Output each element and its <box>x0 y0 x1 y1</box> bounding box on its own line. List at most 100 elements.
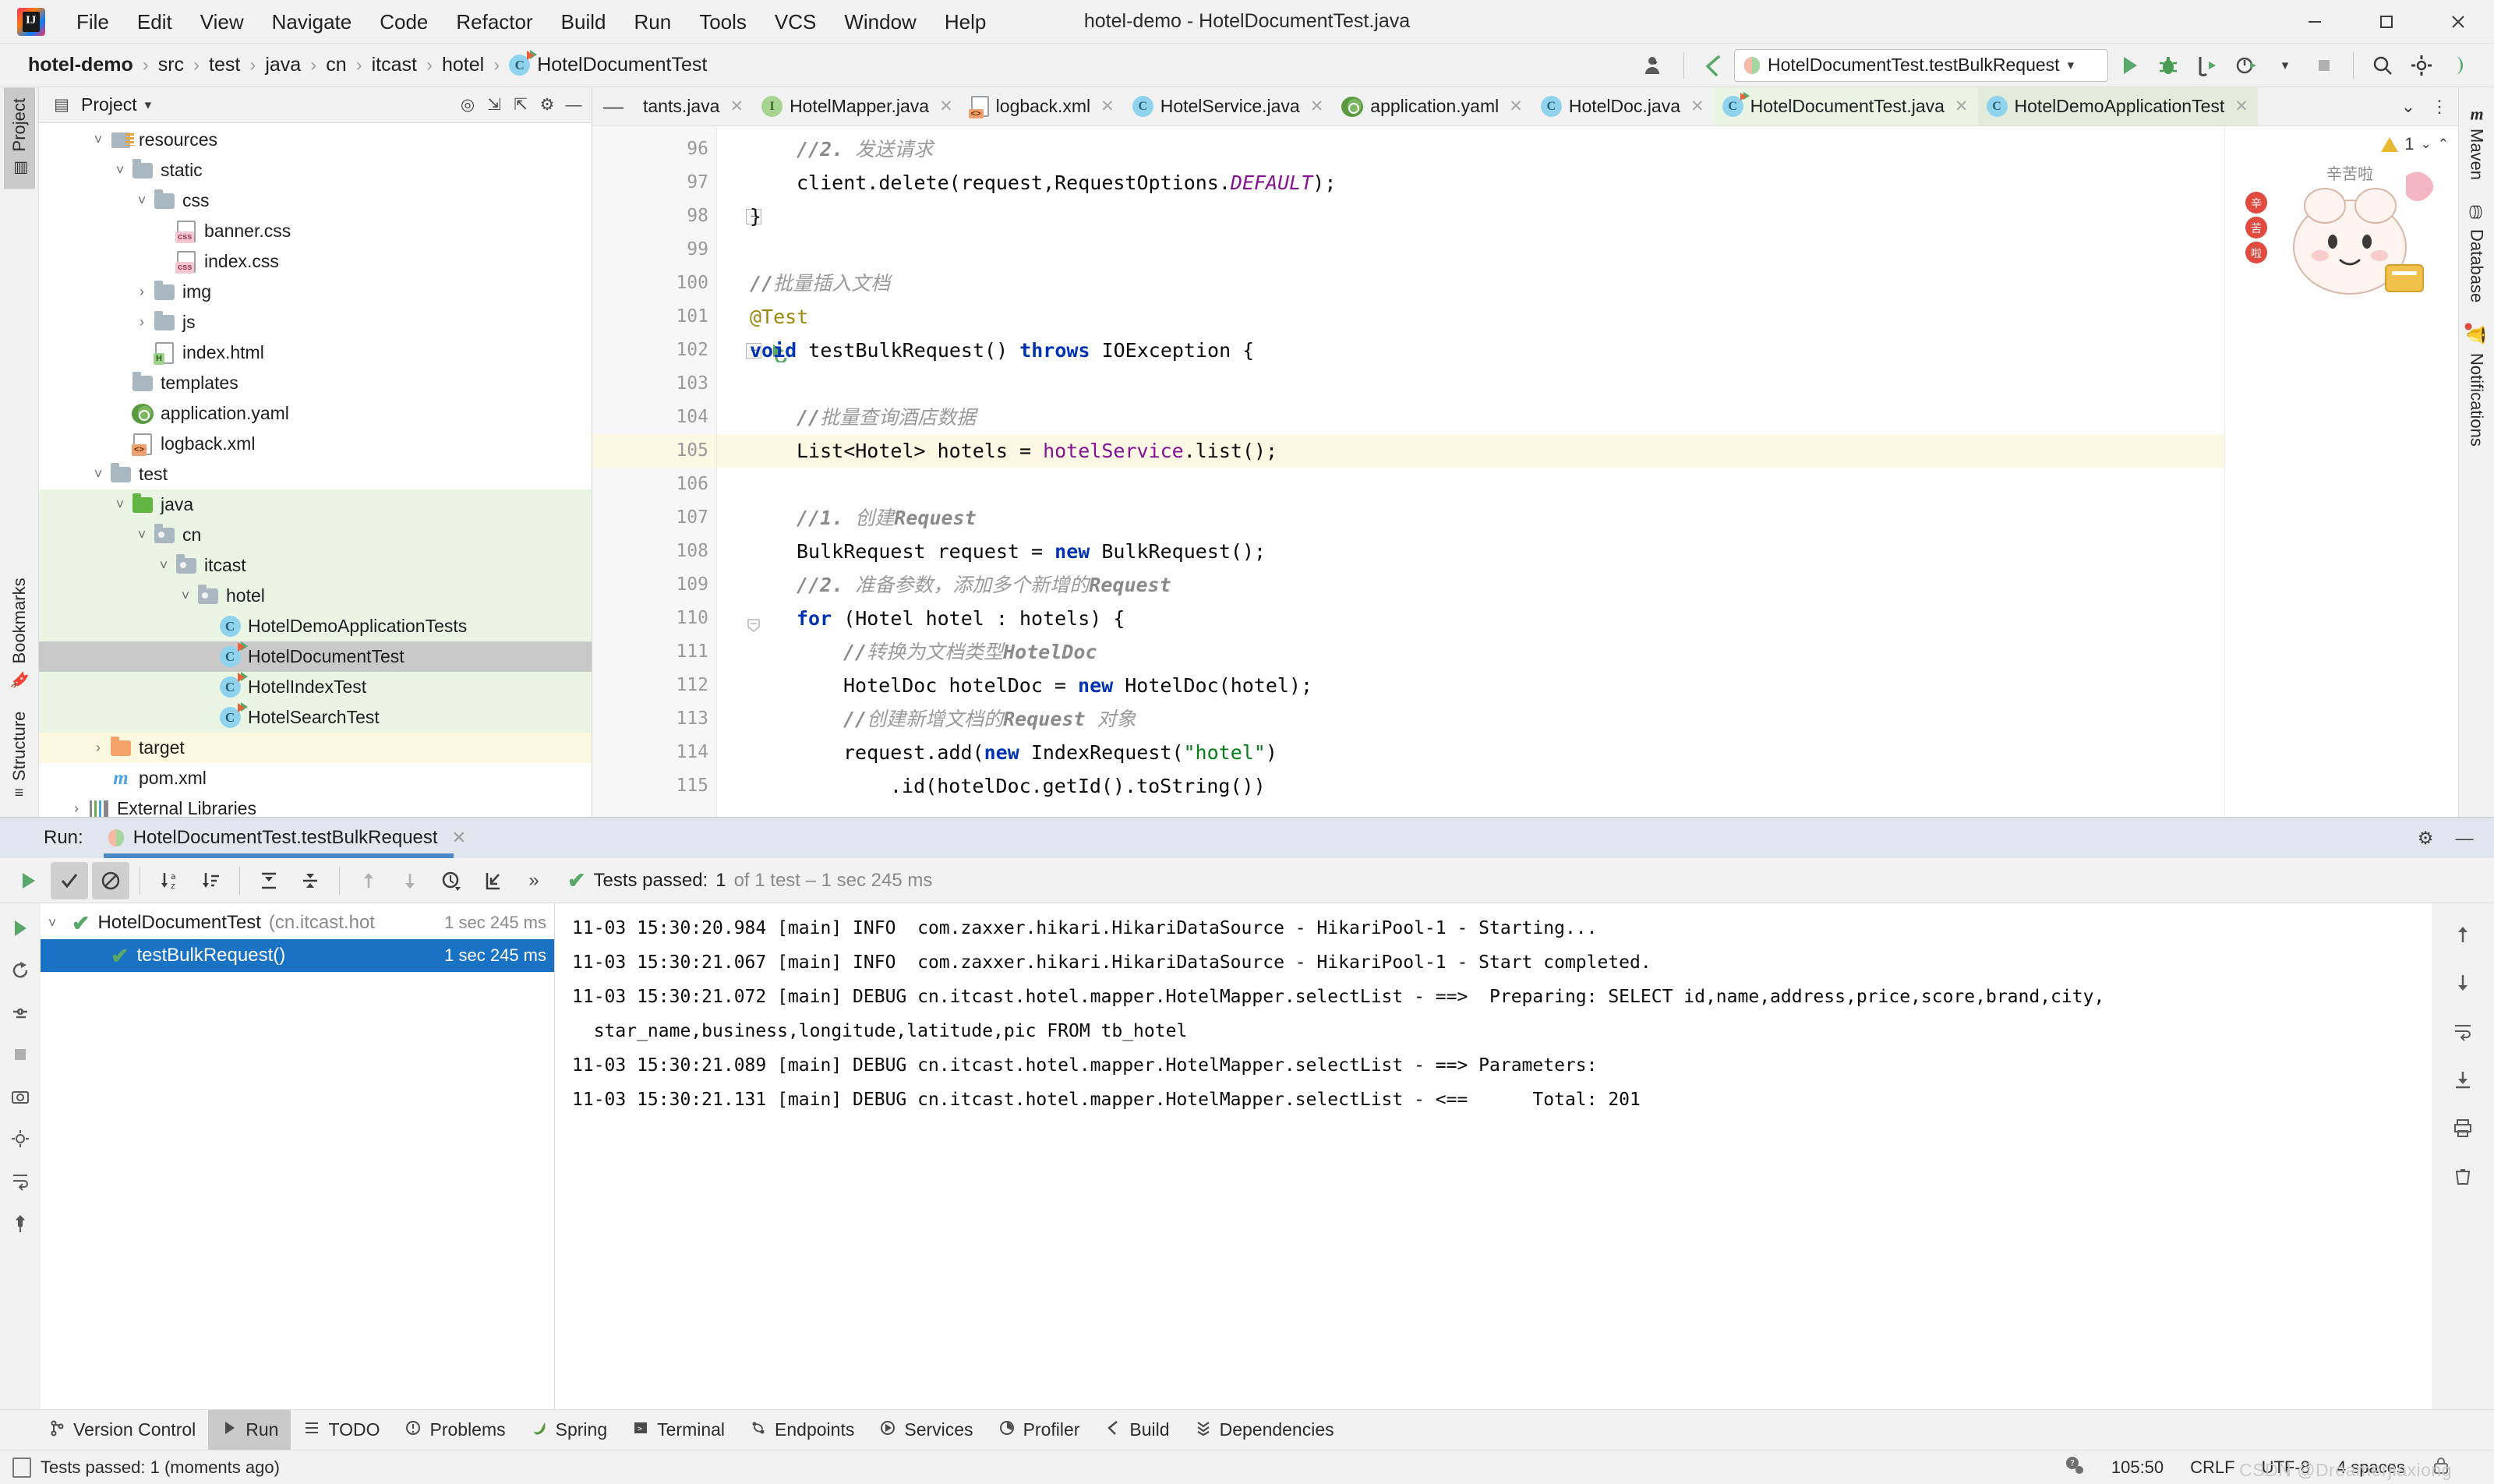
tree-node-java[interactable]: ˅ java <box>39 489 592 520</box>
editor-tab-hoteldocumenttest-java[interactable]: C HotelDocumentTest.java ✕ <box>1713 87 1978 125</box>
scroll-down-icon[interactable] <box>2444 964 2482 1002</box>
tree-expand-arrow[interactable]: ˅ <box>153 557 175 574</box>
editor-tab-hoteldemoapplicationtest[interactable]: C HotelDemoApplicationTest ✕ <box>1977 87 2258 125</box>
tree-node-hotel[interactable]: ˅ hotel <box>39 581 592 611</box>
sort-alphabetically-button[interactable]: az <box>150 862 188 899</box>
sidebar-item-bookmarks[interactable]: 🔖 Bookmarks <box>4 567 35 701</box>
close-icon[interactable]: ✕ <box>2234 97 2248 116</box>
breadcrumb-hotel[interactable]: hotel <box>434 51 492 80</box>
chevron-down-icon[interactable]: ⌄ <box>2421 136 2432 152</box>
hide-panel-icon[interactable]: — <box>2447 821 2482 855</box>
tree-expand-arrow[interactable]: › <box>65 800 87 817</box>
tree-node-templates[interactable]: templates <box>39 368 592 398</box>
indent-setting[interactable]: 4 spaces <box>2337 1458 2405 1478</box>
minimize-button[interactable] <box>2279 0 2351 44</box>
tree-expand-arrow[interactable]: ˅ <box>109 162 131 178</box>
tab-list-chevron-icon[interactable]: ⌄ <box>2393 87 2424 125</box>
profile-button[interactable] <box>2228 48 2264 83</box>
tree-expand-arrow[interactable]: ˅ <box>87 132 109 148</box>
code-line-100[interactable]: //批量插入文档 <box>717 267 2224 300</box>
gutter-line-112[interactable]: 112 <box>592 669 716 702</box>
tree-expand-arrow[interactable]: ˅ <box>131 527 153 543</box>
code-editor[interactable]: 96 97 98− 99 100 101 102− 103 104 105 106 107 108 109… <box>592 126 2458 817</box>
gutter-line-96[interactable]: 96 <box>592 132 716 166</box>
code-line-98[interactable]: } <box>717 200 2224 233</box>
menu-view[interactable]: View <box>186 7 258 37</box>
gutter-line-109[interactable]: 109 <box>592 568 716 602</box>
close-icon[interactable]: ✕ <box>939 97 953 116</box>
gear-icon[interactable] <box>2404 48 2439 83</box>
gutter-line-114[interactable]: 114 <box>592 736 716 769</box>
tree-expand-arrow[interactable]: ˅ <box>41 915 64 931</box>
sidebar-item-structure[interactable]: ≡ Structure <box>4 701 35 809</box>
breadcrumb[interactable]: hotel-demo › src › test › java › cn › it… <box>20 50 715 80</box>
tree-node-hotelindextest[interactable]: C HotelIndexTest <box>39 672 592 702</box>
gutter-line-111[interactable]: 111 <box>592 635 716 669</box>
project-file-tree[interactable]: ˅ resources ˅ static ˅ css css banner.css css ind… <box>39 123 592 817</box>
run-with-coverage-button[interactable] <box>2189 48 2225 83</box>
breadcrumb-java[interactable]: java <box>257 51 309 80</box>
code-line-108[interactable]: BulkRequest request = new BulkRequest(); <box>717 535 2224 568</box>
gutter-line-108[interactable]: 108 <box>592 535 716 568</box>
tree-expand-arrow[interactable]: ˅ <box>131 193 153 209</box>
breadcrumb-class[interactable]: C HotelDocumentTest <box>501 50 715 80</box>
test-results-tree[interactable]: ˅ ✔ HotelDocumentTest (cn.itcast.hot 1 sec 2… <box>41 903 555 1409</box>
pin-side-button[interactable] <box>3 1206 37 1240</box>
scroll-up-icon[interactable] <box>2444 916 2482 953</box>
console-output[interactable]: 11-03 15:30:20.984 [main] INFO com.zaxxe… <box>555 903 2432 1409</box>
run-configuration-selector[interactable]: HotelDocumentTest.testBulkRequest ▾ <box>1734 48 2108 82</box>
code-line-115[interactable]: .id(hotelDoc.getId().toString()) <box>717 769 2224 803</box>
code-line-102[interactable]: void testBulkRequest() throws IOExceptio… <box>717 334 2224 367</box>
tool-window-problems[interactable]: Problems <box>392 1410 518 1450</box>
code-line-97[interactable]: client.delete(request,RequestOptions.DEF… <box>717 166 2224 200</box>
line-separator[interactable]: CRLF <box>2190 1458 2234 1478</box>
menu-run[interactable]: Run <box>620 7 685 37</box>
tree-node-resources[interactable]: ˅ resources <box>39 125 592 155</box>
gutter-line-106[interactable]: 106 <box>592 468 716 501</box>
code-line-109[interactable]: //2. 准备参数，添加多个新增的Request <box>717 568 2224 602</box>
gutter-line-98[interactable]: 98− <box>592 200 761 233</box>
tree-node-cn[interactable]: ˅ cn <box>39 520 592 550</box>
tree-node-index-css[interactable]: css index.css <box>39 246 592 277</box>
breadcrumb-cn[interactable]: cn <box>318 51 354 80</box>
tree-expand-arrow[interactable]: › <box>131 314 153 330</box>
gutter-line-110[interactable]: 110 <box>592 602 760 635</box>
menu-tools[interactable]: Tools <box>685 7 761 37</box>
gear-icon[interactable]: ⚙ <box>2408 821 2443 855</box>
code-line-96[interactable]: //2. 发送请求 <box>717 132 2224 166</box>
inspections-widget-icon[interactable]: ⌃ <box>2438 136 2449 152</box>
tree-node-js[interactable]: › js <box>39 307 592 337</box>
code-line-112[interactable]: HotelDoc hotelDoc = new HotelDoc(hotel); <box>717 669 2224 702</box>
scroll-to-end-icon[interactable] <box>2444 1061 2482 1098</box>
caret-position[interactable]: 105:50 <box>2111 1458 2164 1478</box>
tool-window-bar[interactable]: Version Control Run TODO Problems Spring > Ter… <box>0 1409 2494 1450</box>
show-ignored-toggle[interactable] <box>92 861 129 899</box>
editor-tab-tants-java[interactable]: tants.java ✕ <box>634 87 753 125</box>
tree-node-hoteldocumenttest[interactable]: C HotelDocumentTest <box>39 641 592 672</box>
show-passed-toggle[interactable] <box>51 861 88 899</box>
updates-icon[interactable] <box>2443 48 2478 83</box>
tab-scroll-left-icon[interactable]: — <box>592 87 634 125</box>
memory-settings-icon[interactable]: ? <box>2063 1454 2085 1481</box>
editor-gutter[interactable]: 96 97 98− 99 100 101 102− 103 104 105 106 107 108 109… <box>592 126 787 817</box>
rerun-side-button[interactable] <box>3 911 37 945</box>
tool-window-build[interactable]: Build <box>1092 1410 1182 1450</box>
tree-expand-arrow[interactable]: ˅ <box>175 588 196 604</box>
menu-code[interactable]: Code <box>366 7 442 37</box>
settings-side-button[interactable] <box>3 995 37 1030</box>
more-actions-button[interactable]: » <box>515 862 553 899</box>
gutter-line-103[interactable]: 103 <box>592 367 716 401</box>
rerun-failed-side-button[interactable] <box>3 953 37 988</box>
editor-tab-hotelservice-java[interactable]: C HotelService.java ✕ <box>1124 87 1334 125</box>
editor-tab-hoteldoc-java[interactable]: C HotelDoc.java ✕ <box>1532 87 1714 125</box>
gutter-line-113[interactable]: 113 <box>592 702 716 736</box>
gutter-line-115[interactable]: 115 <box>592 769 716 803</box>
collapse-all-icon[interactable]: ⇱ <box>509 94 532 117</box>
code-line-111[interactable]: //转换为文档类型HotelDoc <box>717 635 2224 669</box>
sidebar-item-notifications[interactable]: 🔔 Notifications <box>2462 313 2492 458</box>
debug-button[interactable] <box>2150 48 2186 83</box>
tree-node-pom-xml[interactable]: m pom.xml <box>39 763 592 793</box>
sidebar-item-database[interactable]: ⛁ Database <box>2462 191 2492 313</box>
lock-icon[interactable] <box>2432 1455 2450 1480</box>
run-button[interactable] <box>2111 48 2147 83</box>
